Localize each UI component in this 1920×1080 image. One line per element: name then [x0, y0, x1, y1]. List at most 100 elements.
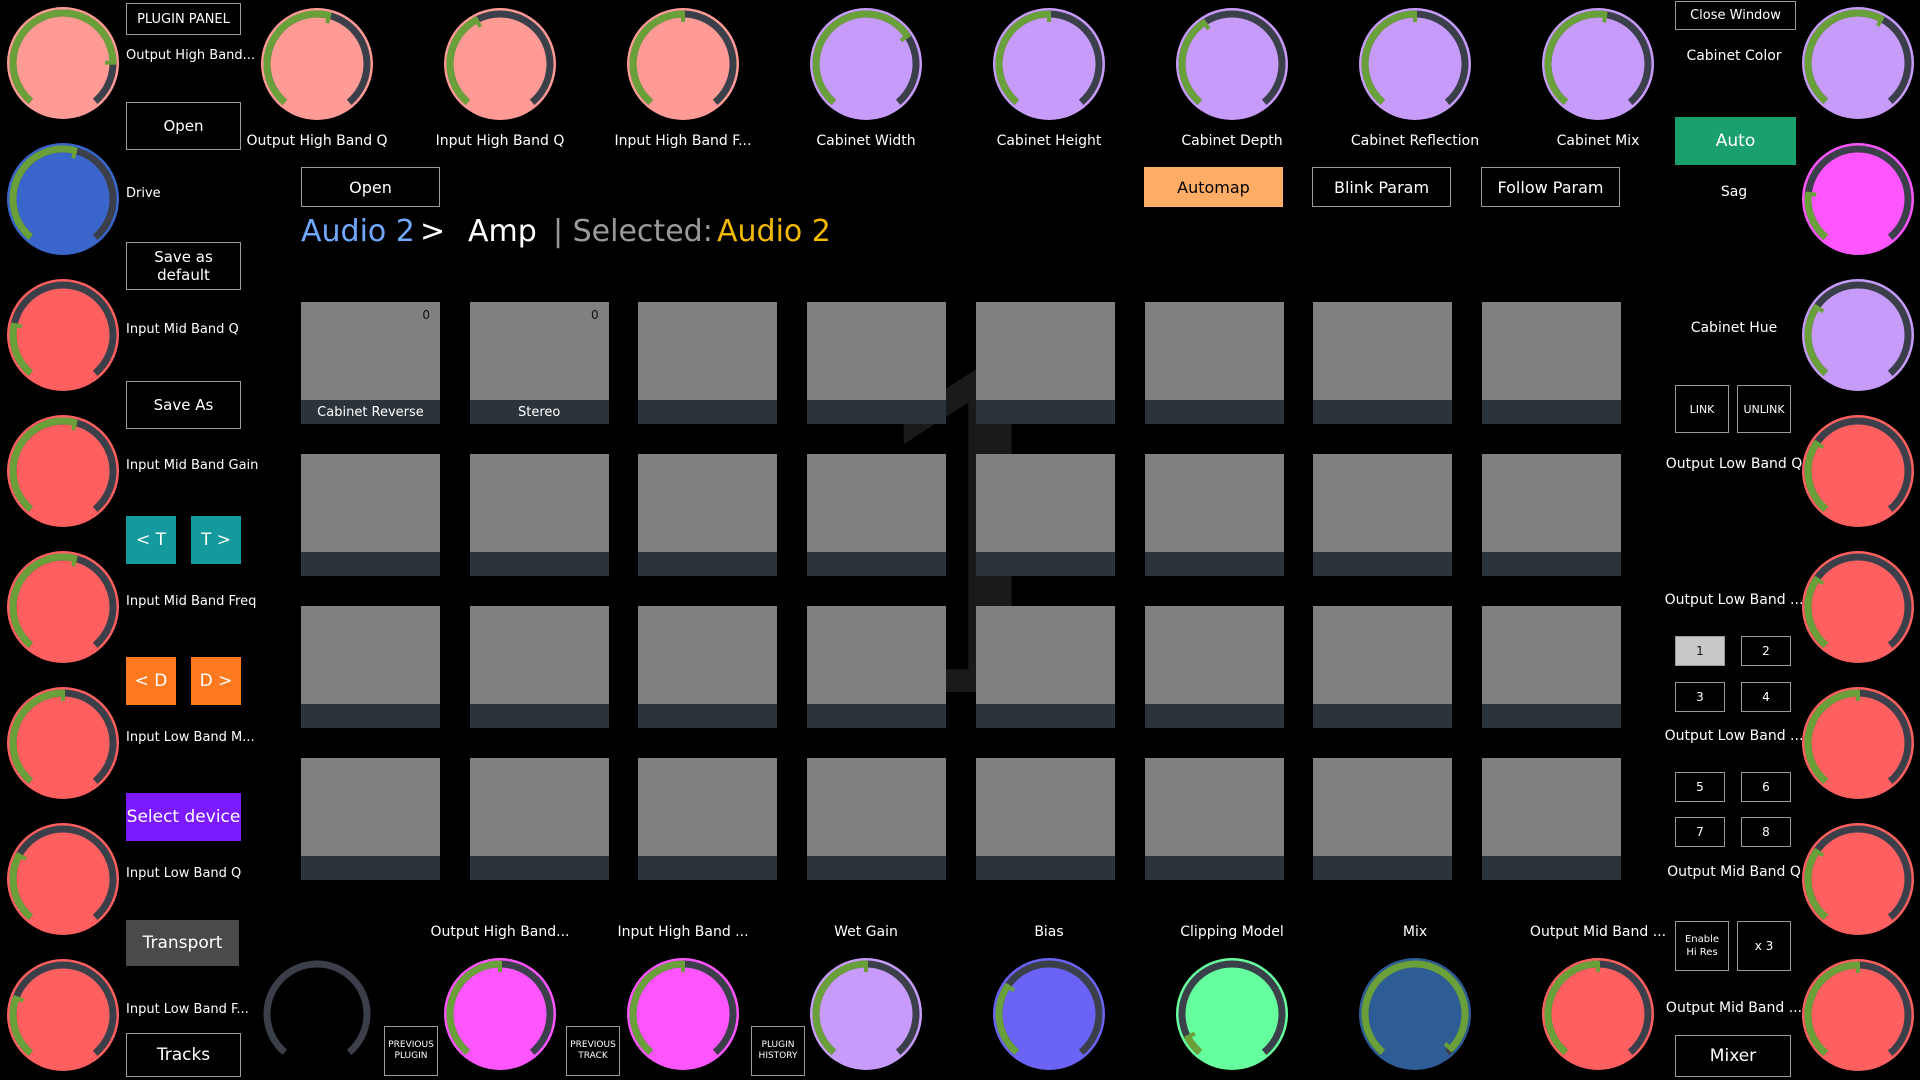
auto-button[interactable]: Auto: [1675, 117, 1796, 165]
pad-3-3[interactable]: [638, 606, 778, 728]
top-knob-4[interactable]: [806, 4, 926, 124]
enable-hi-res-button[interactable]: Enable Hi Res: [1675, 921, 1729, 971]
left-knob-3-dial: [7, 279, 119, 391]
left-knob-7[interactable]: [3, 819, 123, 939]
bottom-knob-5[interactable]: [989, 954, 1109, 1074]
unlink-button[interactable]: UNLINK: [1737, 385, 1791, 433]
right-knob-6[interactable]: [1798, 683, 1918, 803]
page-button-7[interactable]: 7: [1675, 817, 1725, 847]
blink-param-button[interactable]: Blink Param: [1312, 167, 1451, 207]
pad-4-8[interactable]: [1481, 758, 1621, 880]
automap-button[interactable]: Automap: [1144, 167, 1283, 207]
pad-3-7[interactable]: [1313, 606, 1453, 728]
pad-4-6[interactable]: [1144, 758, 1284, 880]
multiplier-button[interactable]: x 3: [1737, 921, 1791, 971]
breadcrumb-device[interactable]: Amp: [468, 214, 537, 249]
top-knob-7[interactable]: [1355, 4, 1475, 124]
top-knob-5[interactable]: [989, 4, 1109, 124]
pad-1-6[interactable]: [1144, 302, 1284, 424]
page-button-4[interactable]: 4: [1741, 682, 1791, 712]
right-knob-1[interactable]: [1798, 3, 1918, 123]
page-button-8[interactable]: 8: [1741, 817, 1791, 847]
top-knob-1[interactable]: [257, 4, 377, 124]
right-knob-5[interactable]: [1798, 547, 1918, 667]
top-knob-3[interactable]: [623, 4, 743, 124]
bottom-knob-3[interactable]: [623, 954, 743, 1074]
pad-3-1[interactable]: [301, 606, 440, 728]
pad-1-1[interactable]: Cabinet Reverse 0: [301, 302, 440, 424]
top-knob-6[interactable]: [1172, 4, 1292, 124]
pad-3-4[interactable]: [807, 606, 947, 728]
select-device-button[interactable]: Select device: [126, 793, 241, 841]
pad-2-2[interactable]: [469, 454, 609, 576]
breadcrumb-track[interactable]: Audio 2: [301, 214, 415, 249]
pad-3-8[interactable]: [1481, 606, 1621, 728]
pad-4-4[interactable]: [807, 758, 947, 880]
page-button-2[interactable]: 2: [1741, 636, 1791, 666]
save-as-default-button[interactable]: Save as default: [126, 242, 241, 290]
bottom-knob-2[interactable]: [440, 954, 560, 1074]
bottom-knob-4[interactable]: [806, 954, 926, 1074]
next-device-button[interactable]: D >: [191, 657, 241, 705]
open-plugin-button[interactable]: Open: [301, 167, 440, 207]
right-knob-2[interactable]: [1798, 139, 1918, 259]
pad-4-7[interactable]: [1313, 758, 1453, 880]
right-knob-3[interactable]: [1798, 275, 1918, 395]
page-button-3[interactable]: 3: [1675, 682, 1725, 712]
pad-1-8[interactable]: [1481, 302, 1621, 424]
pad-2-3[interactable]: [638, 454, 778, 576]
top-knob-8[interactable]: [1538, 4, 1658, 124]
mixer-button[interactable]: Mixer: [1675, 1035, 1791, 1077]
right-knob-4[interactable]: [1798, 411, 1918, 531]
pad-4-2[interactable]: [469, 758, 609, 880]
pad-1-2[interactable]: Stereo 0: [469, 302, 609, 424]
bottom-knob-6[interactable]: [1172, 954, 1292, 1074]
left-knob-6[interactable]: [3, 683, 123, 803]
right-knob-8[interactable]: [1798, 955, 1918, 1075]
pad-2-5[interactable]: [975, 454, 1115, 576]
left-knob-2[interactable]: [3, 139, 123, 259]
tracks-button[interactable]: Tracks: [126, 1033, 241, 1077]
pad-1-4[interactable]: [807, 302, 947, 424]
pad-2-8[interactable]: [1481, 454, 1621, 576]
previous-track-small-button[interactable]: PREVIOUS TRACK: [566, 1026, 620, 1076]
page-button-6[interactable]: 6: [1741, 772, 1791, 802]
close-window-button[interactable]: Close Window: [1675, 1, 1796, 30]
open-preset-button[interactable]: Open: [126, 102, 241, 150]
previous-track-button[interactable]: < T: [126, 516, 176, 564]
top-knob-2[interactable]: [440, 4, 560, 124]
pad-2-1[interactable]: [301, 454, 440, 576]
pad-1-7[interactable]: [1313, 302, 1453, 424]
pad-2-6[interactable]: [1144, 454, 1284, 576]
pad-3-2[interactable]: [469, 606, 609, 728]
pad-1-3[interactable]: [638, 302, 778, 424]
pad-3-5[interactable]: [975, 606, 1115, 728]
pad-1-5[interactable]: [975, 302, 1115, 424]
follow-param-button[interactable]: Follow Param: [1481, 167, 1620, 207]
page-button-5[interactable]: 5: [1675, 772, 1725, 802]
pad-4-3[interactable]: [638, 758, 778, 880]
left-knob-4[interactable]: [3, 411, 123, 531]
pad-2-4[interactable]: [807, 454, 947, 576]
left-knob-5[interactable]: [3, 547, 123, 667]
transport-button[interactable]: Transport: [126, 920, 239, 966]
left-knob-1[interactable]: [3, 3, 123, 123]
bottom-knob-7[interactable]: [1355, 954, 1475, 1074]
bottom-knob-8[interactable]: [1538, 954, 1658, 1074]
right-knob-7[interactable]: [1798, 819, 1918, 939]
save-as-button[interactable]: Save As: [126, 381, 241, 429]
left-knob-3[interactable]: [3, 275, 123, 395]
bottom-knob-1[interactable]: [257, 954, 377, 1074]
next-track-button[interactable]: T >: [191, 516, 241, 564]
link-button[interactable]: LINK: [1675, 385, 1729, 433]
page-button-1[interactable]: 1: [1675, 636, 1725, 666]
pad-4-5[interactable]: [975, 758, 1115, 880]
plugin-history-button[interactable]: PLUGIN HISTORY: [751, 1026, 805, 1076]
plugin-panel-button[interactable]: PLUGIN PANEL: [126, 3, 241, 35]
pad-4-1[interactable]: [301, 758, 440, 880]
previous-plugin-button[interactable]: PREVIOUS PLUGIN: [384, 1026, 438, 1076]
pad-3-6[interactable]: [1144, 606, 1284, 728]
previous-device-button[interactable]: < D: [126, 657, 176, 705]
left-knob-8[interactable]: [3, 955, 123, 1075]
pad-2-7[interactable]: [1313, 454, 1453, 576]
